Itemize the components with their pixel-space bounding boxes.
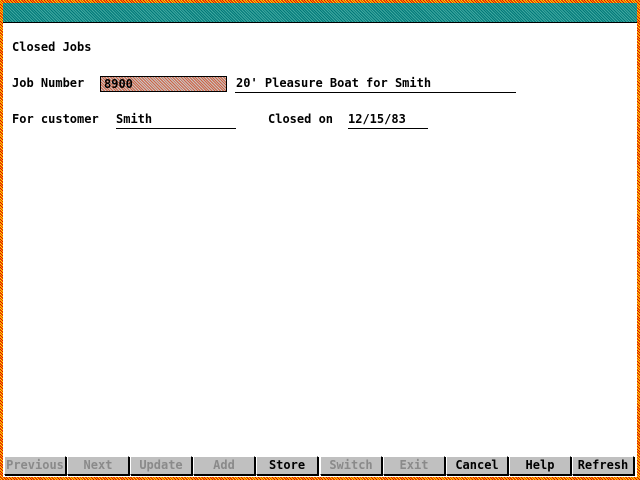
closed-on-underline — [348, 128, 428, 129]
next-button[interactable]: Next — [67, 456, 129, 475]
previous-button[interactable]: Previous — [4, 456, 66, 475]
cancel-button[interactable]: Cancel — [446, 456, 508, 475]
job-number-label: Job Number — [12, 76, 85, 90]
form-heading: Closed Jobs — [12, 40, 92, 54]
customer-label: For customer — [12, 112, 99, 126]
job-description[interactable]: 20' Pleasure Boat for Smith — [236, 76, 431, 90]
refresh-button[interactable]: Refresh — [572, 456, 634, 475]
add-button[interactable]: Add — [193, 456, 255, 475]
job-number-input[interactable]: 8900 — [100, 76, 227, 92]
exit-button[interactable]: Exit — [383, 456, 445, 475]
window-frame — [0, 0, 640, 480]
title-bar[interactable] — [3, 3, 637, 23]
closed-on-field[interactable]: 12/15/83 — [348, 112, 406, 126]
update-button[interactable]: Update — [130, 456, 192, 475]
job-number-value: 8900 — [104, 77, 133, 91]
help-button[interactable]: Help — [509, 456, 571, 475]
job-description-underline — [235, 92, 516, 93]
store-button[interactable]: Store — [256, 456, 318, 475]
switch-button[interactable]: Switch — [320, 456, 382, 475]
closed-on-label: Closed on — [268, 112, 334, 126]
customer-field[interactable]: Smith — [116, 112, 152, 126]
customer-underline — [116, 128, 236, 129]
